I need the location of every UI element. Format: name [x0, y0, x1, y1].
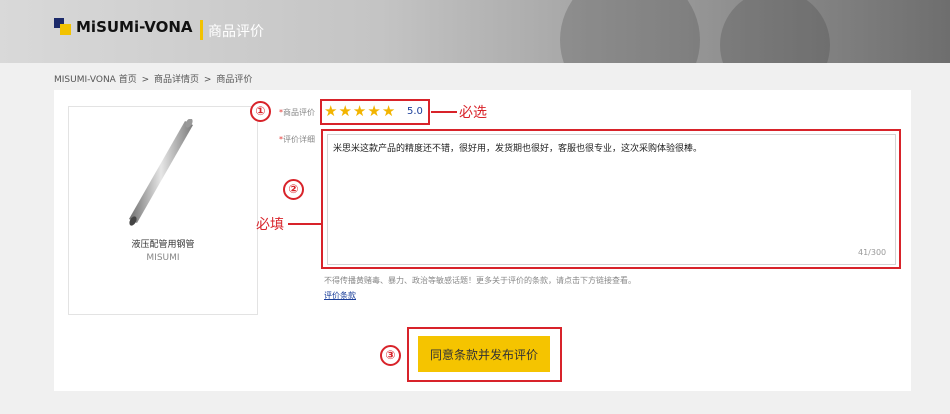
- char-count: 41/300: [858, 248, 887, 257]
- agree-and-submit-button[interactable]: 同意条款并发布评价: [418, 336, 550, 372]
- header-gear-decoration: [720, 0, 830, 63]
- product-brand: MISUMI: [146, 253, 180, 263]
- star-icon[interactable]: ★: [382, 103, 395, 119]
- star-icon[interactable]: ★: [353, 103, 366, 119]
- star-icon[interactable]: ★: [367, 103, 380, 119]
- review-text: 米思米这款产品的精度还不错，很好用，发货期也很好，客服也很专业，这次采购体验很棒…: [333, 144, 703, 154]
- logo-mark-icon: [54, 18, 72, 36]
- breadcrumb-separator: >: [141, 75, 150, 85]
- steel-pipe-image: [129, 119, 193, 226]
- product-name: 液压配管用钢管: [131, 240, 195, 250]
- logo-text: MiSUMi-VONA: [76, 18, 193, 36]
- breadcrumb: MISUMI-VONA 首页 > 商品详情页 > 商品评价: [54, 72, 254, 85]
- annotation-number-1: ①: [250, 101, 271, 122]
- breadcrumb-home[interactable]: MISUMI-VONA 首页: [54, 75, 137, 85]
- review-detail-label: *评价详细: [279, 135, 315, 144]
- misumi-logo[interactable]: MiSUMi-VONA: [54, 18, 193, 36]
- annotation-required-fill: 必填: [256, 217, 284, 233]
- breadcrumb-product-detail[interactable]: 商品详情页: [154, 75, 199, 85]
- breadcrumb-current: 商品评价: [216, 75, 253, 85]
- annotation-number-3: ③: [380, 345, 401, 366]
- rating-label: *商品评价: [279, 108, 315, 117]
- star-icon[interactable]: ★: [338, 103, 351, 119]
- annotation-number-2: ②: [283, 179, 304, 200]
- star-rating[interactable]: ★ ★ ★ ★ ★: [324, 103, 396, 119]
- header-divider: [200, 20, 203, 40]
- breadcrumb-separator: >: [203, 75, 212, 85]
- annotation-connector: [431, 111, 457, 113]
- review-guidelines-note: 不得传播黄赌毒、暴力、政治等敏感话题！更多关于评价的条款，请点击下方链接查看。: [324, 276, 636, 285]
- review-terms-link[interactable]: 评价条款: [324, 290, 356, 301]
- rating-value: 5.0: [407, 106, 423, 117]
- product-panel: 液压配管用钢管 MISUMI: [68, 106, 258, 315]
- site-header: MiSUMi-VONA 商品评价: [0, 0, 950, 63]
- page-title: 商品评价: [208, 24, 264, 40]
- annotation-connector: [288, 223, 321, 225]
- annotation-required-select: 必选: [459, 105, 487, 121]
- star-icon[interactable]: ★: [324, 103, 337, 119]
- header-gear-decoration: [560, 0, 700, 63]
